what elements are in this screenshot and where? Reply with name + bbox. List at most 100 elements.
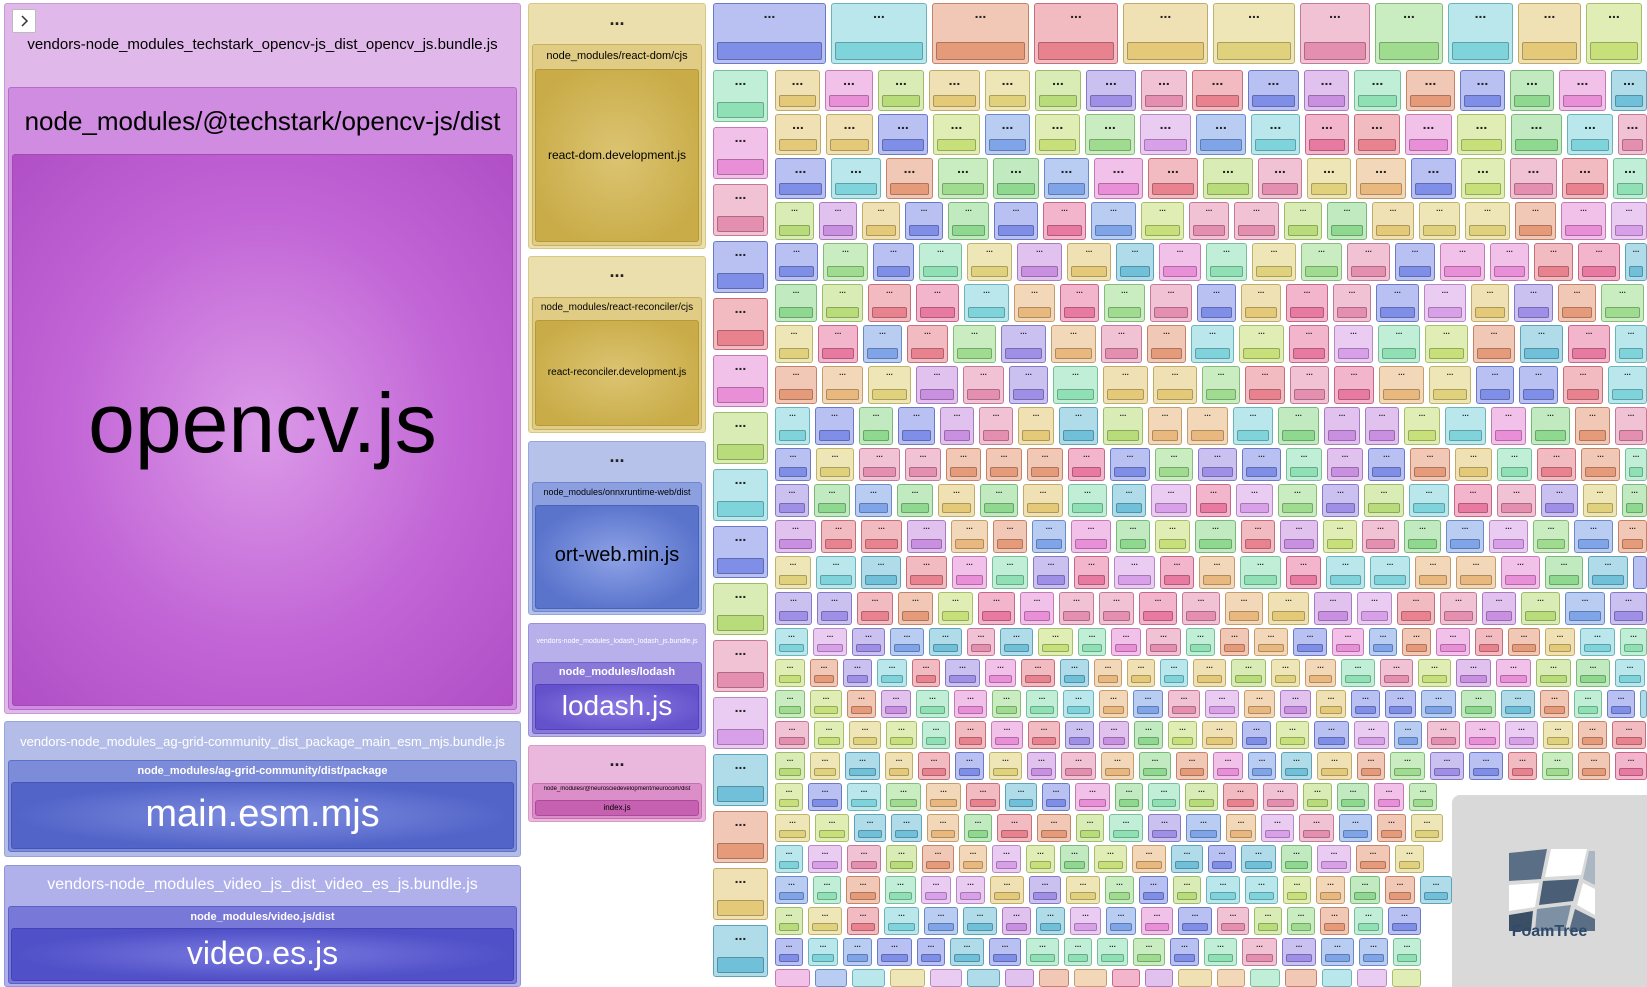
module-tile[interactable]: ... — [985, 70, 1030, 111]
module-tile[interactable]: ... — [877, 659, 907, 687]
module-tile[interactable]: ... — [1027, 752, 1056, 780]
module-tile[interactable]: ... — [907, 325, 948, 363]
module-tile-inner[interactable] — [1037, 575, 1065, 585]
module-tile[interactable]: ... — [1618, 114, 1647, 155]
module-tile[interactable]: ... — [1388, 907, 1421, 935]
module-tile-inner[interactable] — [1108, 307, 1141, 318]
module-tile[interactable]: ... — [1141, 70, 1187, 111]
module-tile[interactable]: ... — [1581, 448, 1620, 481]
module-tile[interactable]: ... — [1515, 202, 1556, 240]
module-tile[interactable]: ... — [1173, 876, 1201, 904]
module-tile-inner[interactable] — [1190, 644, 1211, 652]
module-tile-inner[interactable] — [1203, 575, 1231, 585]
module-tile-inner[interactable] — [779, 430, 806, 441]
module-tile-inner[interactable] — [1048, 183, 1085, 195]
module-tile[interactable]: ... — [1321, 938, 1354, 966]
module-tile[interactable]: ... — [816, 556, 856, 589]
module-tile-inner[interactable] — [1290, 307, 1324, 318]
module-tile[interactable]: ... — [1334, 325, 1373, 363]
module-tile[interactable]: ... — [1234, 202, 1279, 240]
module-tile-inner[interactable] — [1512, 768, 1533, 776]
module-tile-inner[interactable] — [1544, 706, 1565, 714]
module-tile[interactable]: ... — [1293, 628, 1327, 656]
module-tile[interactable]: ... — [1289, 325, 1329, 363]
module-tile[interactable]: ... — [1322, 484, 1359, 517]
module-tile[interactable]: ... — [980, 484, 1018, 517]
module-tile[interactable]: ... — [1182, 592, 1220, 625]
module-tile[interactable]: ... — [955, 752, 984, 780]
module-tile[interactable]: ... — [1038, 628, 1073, 656]
module-tile-inner[interactable] — [1115, 644, 1137, 652]
module-tile-inner[interactable] — [812, 861, 838, 869]
module-tile[interactable]: ... — [1405, 114, 1452, 155]
module-tile-inner[interactable] — [1217, 768, 1239, 776]
module-tile[interactable]: ... — [1240, 556, 1281, 589]
module-tile[interactable]: ... — [1193, 659, 1226, 687]
module-tile[interactable]: ... — [1394, 721, 1422, 749]
module-tile[interactable]: ... — [1213, 752, 1243, 780]
module-tile[interactable]: ... — [1059, 592, 1094, 625]
module-tile[interactable]: ... — [1305, 114, 1349, 155]
module-tile[interactable]: ... — [1317, 845, 1351, 873]
module-tile-inner[interactable] — [1258, 923, 1278, 931]
module-tile-inner[interactable] — [1461, 139, 1502, 151]
module-tile-inner[interactable] — [779, 95, 816, 107]
module-tile-inner[interactable] — [1036, 539, 1062, 549]
module-tile[interactable]: ... — [1141, 202, 1184, 240]
module-tile-inner[interactable] — [779, 183, 822, 195]
module-tile-inner[interactable] — [920, 307, 955, 318]
module-tile[interactable]: ... — [886, 721, 917, 749]
module-tile[interactable]: ... — [1127, 659, 1155, 687]
module-tile[interactable]: ... — [989, 938, 1021, 966]
module-tile-inner[interactable] — [1200, 503, 1227, 513]
module-tile[interactable]: ... — [1351, 690, 1380, 718]
module-tile[interactable]: ... — [713, 3, 826, 64]
module-tile-inner[interactable] — [779, 348, 809, 359]
module-tile[interactable]: ... — [989, 752, 1022, 780]
module-tile[interactable]: ... — [1051, 325, 1096, 363]
module-tile[interactable]: ... — [713, 184, 768, 236]
module-tile-inner[interactable] — [1174, 954, 1195, 962]
module-tile[interactable]: ... — [847, 845, 881, 873]
module-tile-inner[interactable] — [872, 307, 907, 318]
module-tile-inner[interactable] — [1127, 42, 1204, 60]
module-tile[interactable]: ... — [916, 284, 959, 322]
module-tile[interactable]: ... — [1519, 366, 1558, 404]
module-tile[interactable]: ... — [922, 721, 950, 749]
module-tile-inner[interactable] — [1145, 95, 1183, 107]
module-tile[interactable]: ... — [808, 907, 842, 935]
module-tile-inner[interactable] — [817, 892, 837, 900]
module-tile[interactable]: ... — [964, 814, 992, 842]
module-tile[interactable]: ... — [927, 814, 959, 842]
module-tile-inner[interactable] — [1565, 225, 1602, 236]
module-tile[interactable]: ... — [1610, 592, 1647, 625]
module-tile[interactable]: ... — [1035, 114, 1080, 155]
module-tile[interactable]: ... — [1097, 938, 1128, 966]
module-tile-inner[interactable] — [847, 675, 868, 683]
module-tile[interactable]: ... — [1115, 783, 1143, 811]
module-tile[interactable]: ... — [1018, 407, 1054, 445]
module-tile-inner[interactable] — [1089, 139, 1131, 151]
module-tile[interactable]: ... — [1252, 243, 1296, 281]
module-tile-inner[interactable] — [1294, 389, 1325, 400]
module-tile[interactable]: ... — [1284, 202, 1322, 240]
module-tile[interactable]: ... — [775, 114, 821, 155]
module-tile-inner[interactable] — [1190, 830, 1217, 838]
module-tile-inner[interactable] — [717, 786, 764, 802]
module-tile[interactable]: ... — [1316, 876, 1345, 904]
module-tile[interactable]: ... — [1035, 70, 1081, 111]
module-tile[interactable]: ... — [1139, 876, 1168, 904]
module-tile-inner[interactable] — [1282, 503, 1313, 513]
module-tile-inner[interactable] — [1410, 95, 1451, 107]
module-tile[interactable]: ... — [775, 520, 816, 553]
module-tile-inner[interactable] — [1080, 830, 1100, 838]
module-tile[interactable]: ... — [1436, 628, 1470, 656]
module-tile[interactable]: ... — [1420, 876, 1452, 904]
module-tile-inner[interactable] — [1113, 830, 1139, 838]
module-tile-inner[interactable] — [1286, 954, 1312, 962]
module-tile-inner[interactable] — [826, 307, 859, 318]
module-tile[interactable]: ... — [1020, 592, 1054, 625]
module-tile[interactable]: ... — [992, 690, 1021, 718]
module-tile[interactable] — [1145, 969, 1173, 987]
module-tile-inner[interactable] — [779, 644, 804, 652]
